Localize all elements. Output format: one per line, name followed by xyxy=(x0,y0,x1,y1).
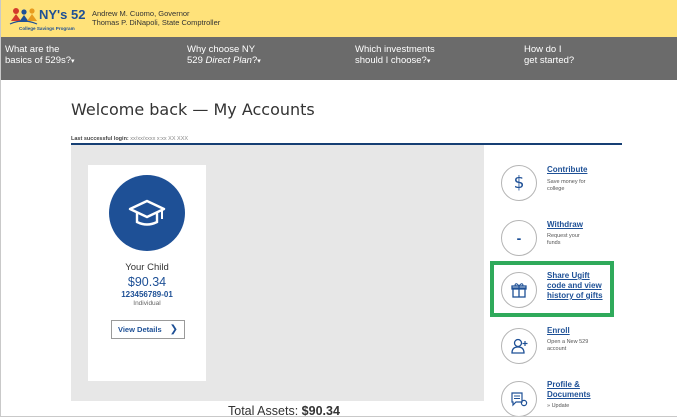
last-login-value: xx/xx/xxxx x:xx XX XXX xyxy=(130,136,189,142)
profile-desc-1: » Update xyxy=(547,403,570,409)
account-holder-name: Your Child xyxy=(125,262,169,273)
action-profile: Profile & Documents » Update xyxy=(501,378,626,416)
action-ugift: Share Ugift code and view history of gif… xyxy=(501,270,626,310)
comptroller-line: Thomas P. DiNapoli, State Comptroller xyxy=(92,18,221,27)
page-title: Welcome back — My Accounts xyxy=(71,100,315,119)
contribute-link[interactable]: Contribute xyxy=(547,165,587,175)
app-window: NY's 529 College Savings Program Andrew … xyxy=(0,0,677,417)
nav-start-line2: get started? xyxy=(524,55,575,66)
total-assets-label: Total Assets: xyxy=(228,404,299,417)
caret-down-icon: ▾ xyxy=(71,58,75,65)
nav-basics-line1: What are the xyxy=(5,44,60,55)
contribute-desc-1: Save money for xyxy=(547,179,586,185)
withdraw-desc-1: Request your xyxy=(547,233,580,239)
nav-why-line1: Why choose NY xyxy=(187,44,256,55)
top-header: NY's 529 College Savings Program Andrew … xyxy=(1,0,677,37)
account-number: 123456789-01 xyxy=(121,290,173,299)
nav-why-line2b: Direct Plan xyxy=(205,55,252,66)
main-nav: What are the basics of 529s?▾ Why choose… xyxy=(1,37,677,80)
caret-down-icon: ▾ xyxy=(257,58,261,65)
nav-basics-line2: basics of 529s? xyxy=(5,55,72,66)
governor-line: Andrew M. Cuomo, Governor xyxy=(92,9,190,18)
withdraw-desc-2: funds xyxy=(547,240,561,246)
ugift-link-line2[interactable]: code and view xyxy=(547,281,602,291)
caret-down-icon: ▾ xyxy=(426,58,431,65)
action-withdraw: - Withdraw Request your funds xyxy=(501,218,626,258)
enroll-link[interactable]: Enroll xyxy=(547,326,570,336)
total-assets: Total Assets: $90.34 xyxy=(228,404,340,417)
graduation-cap-icon xyxy=(109,175,185,251)
profile-link-line1[interactable]: Profile & xyxy=(547,380,580,390)
logo-subtext: College Savings Program xyxy=(19,26,75,31)
ugift-link-line3[interactable]: history of gifts xyxy=(547,291,603,301)
profile-link-line2[interactable]: Documents xyxy=(547,390,591,400)
nav-inv-line2: should I choose? xyxy=(355,55,427,66)
account-type: Individual xyxy=(133,300,161,307)
enroll-desc-1: Open a New 529 xyxy=(547,339,589,345)
nav-investments[interactable]: Which investments should I choose?▾ xyxy=(355,44,435,67)
nav-why-choose[interactable]: Why choose NY 529 Direct Plan?▾ xyxy=(187,44,261,67)
minus-icon[interactable]: - xyxy=(501,220,537,256)
account-balance: $90.34 xyxy=(127,275,167,289)
enroll-desc-2: account xyxy=(547,346,567,352)
total-assets-value: $90.34 xyxy=(301,404,340,417)
nav-why-line2a: 529 xyxy=(187,55,206,66)
documents-settings-icon[interactable] xyxy=(501,381,537,416)
withdraw-link[interactable]: Withdraw xyxy=(547,220,583,230)
logo-ny: NY's 529 xyxy=(39,7,85,22)
nav-inv-line1: Which investments xyxy=(355,44,435,55)
last-login: Last successful login: xx/xx/xxxx x:xx X… xyxy=(71,136,188,142)
view-details-button[interactable]: View Details ❯ xyxy=(111,320,185,339)
nav-basics[interactable]: What are the basics of 529s?▾ xyxy=(5,44,75,67)
action-contribute: $ Contribute Save money for college xyxy=(501,163,626,203)
add-user-icon[interactable] xyxy=(501,328,537,364)
nav-start-line1: How do I xyxy=(524,44,562,55)
last-login-label: Last successful login: xyxy=(71,136,129,142)
ugift-link-line1[interactable]: Share Ugift xyxy=(547,271,590,281)
ny529-logo[interactable]: NY's 529 College Savings Program xyxy=(7,5,85,33)
chevron-right-icon: ❯ xyxy=(169,324,179,335)
dollar-icon[interactable]: $ xyxy=(501,165,537,201)
nav-get-started[interactable]: How do I get started? xyxy=(524,44,574,66)
gift-icon[interactable] xyxy=(501,272,537,308)
action-enroll: Enroll Open a New 529 account xyxy=(501,326,626,366)
contribute-desc-2: college xyxy=(547,186,565,192)
view-details-label: View Details xyxy=(117,325,162,334)
